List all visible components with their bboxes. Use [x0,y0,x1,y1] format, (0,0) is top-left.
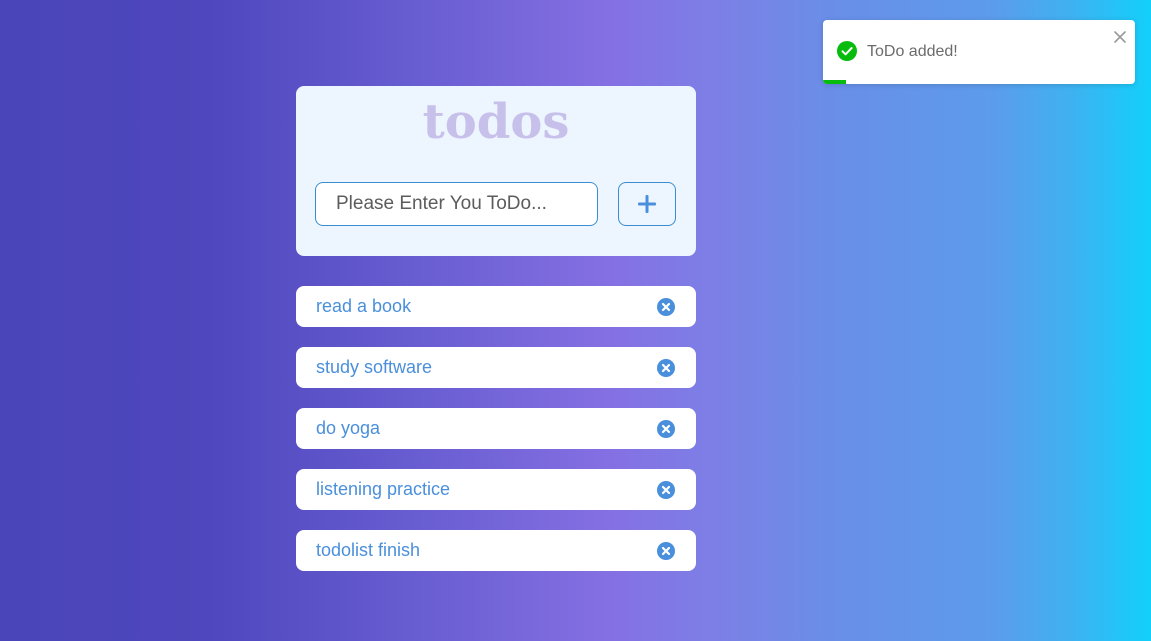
todo-item: todolist finish [296,530,696,571]
toast-notification: ToDo added! [823,20,1135,84]
toast-message: ToDo added! [867,43,958,60]
close-icon[interactable] [1113,30,1127,44]
todo-item-label: listening practice [316,479,451,499]
app-title: todos [422,94,570,150]
plus-icon [638,195,656,213]
todo-card: todos [296,86,696,256]
todo-item: study software [296,347,696,388]
toast-progress-bar [823,80,847,84]
close-circle-icon[interactable] [657,481,675,499]
close-circle-icon[interactable] [657,542,675,560]
todo-list: read a book study software do yoga liste… [296,286,696,591]
toast-progress-track [823,80,1135,84]
todo-item: listening practice [296,469,696,510]
check-circle-icon [837,41,857,61]
close-circle-icon[interactable] [657,298,675,316]
todo-item-label: read a book [316,296,412,316]
todo-item: read a book [296,286,696,327]
close-circle-icon[interactable] [657,420,675,438]
todo-item-label: study software [316,357,433,377]
todo-item-label: do yoga [316,418,381,438]
close-circle-icon[interactable] [657,359,675,377]
add-todo-button[interactable] [618,182,676,226]
todo-input[interactable] [315,182,598,226]
todo-item-label: todolist finish [316,540,421,560]
todo-item: do yoga [296,408,696,449]
